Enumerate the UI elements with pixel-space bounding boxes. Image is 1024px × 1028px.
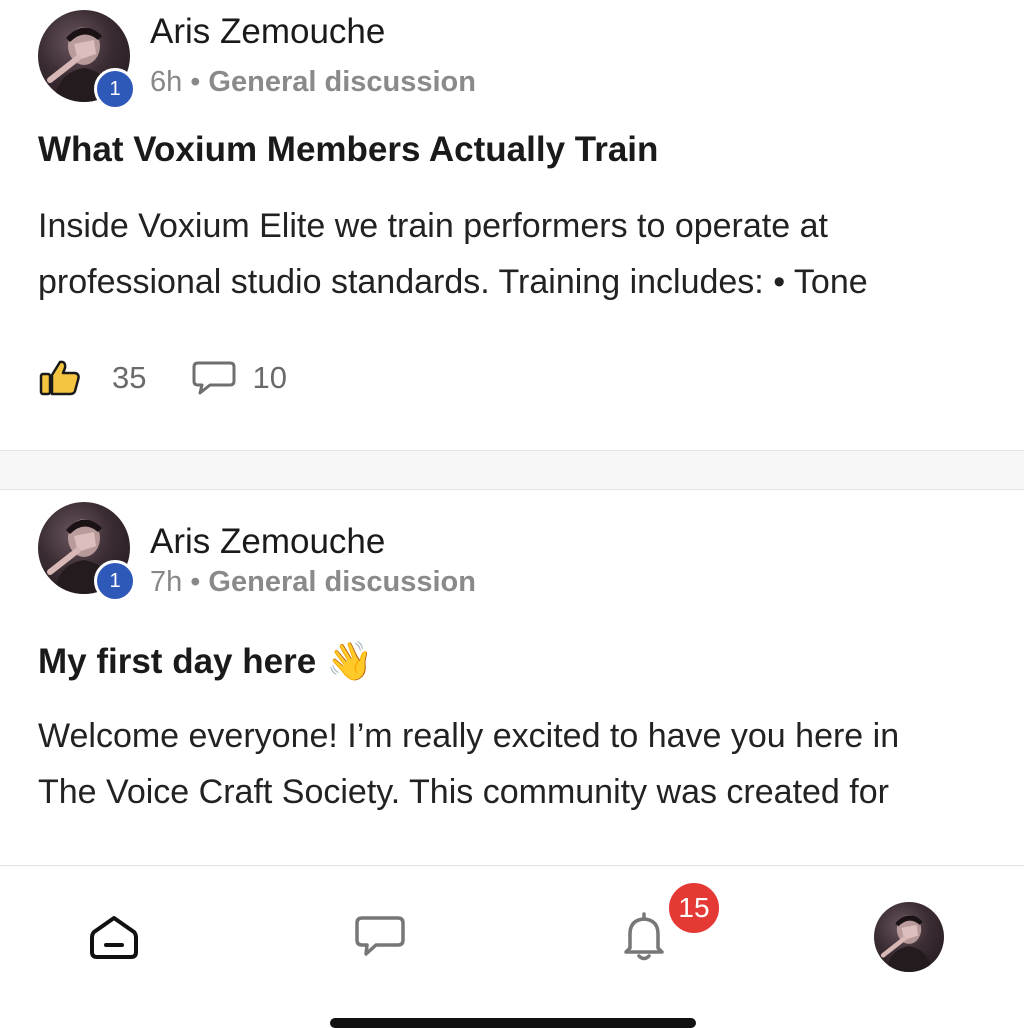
post-title[interactable]: My first day here 👋 bbox=[38, 640, 373, 684]
post-body[interactable]: Inside Voxium Elite we train performers … bbox=[38, 198, 988, 310]
comment-icon bbox=[192, 361, 236, 395]
post-category[interactable]: General discussion bbox=[208, 566, 476, 599]
post-card[interactable]: 1 Aris Zemouche 7h • General discussion … bbox=[0, 490, 1024, 865]
author-avatar-wrap[interactable]: 1 bbox=[38, 10, 136, 110]
post-body-line: The Voice Craft Society. This community … bbox=[38, 773, 889, 811]
author-name[interactable]: Aris Zemouche bbox=[150, 522, 385, 562]
notification-count-badge: 15 bbox=[666, 880, 722, 936]
level-badge: 1 bbox=[94, 560, 136, 602]
post-body-line: professional studio standards. Training … bbox=[38, 263, 868, 301]
post-title[interactable]: What Voxium Members Actually Train bbox=[38, 130, 658, 170]
nav-chat-button[interactable] bbox=[354, 914, 406, 965]
post-title-text: What Voxium Members Actually Train bbox=[38, 130, 659, 169]
post-body[interactable]: Welcome everyone! I’m really excited to … bbox=[38, 708, 988, 820]
post-category[interactable]: General discussion bbox=[208, 66, 476, 99]
post-time: 7h bbox=[150, 566, 183, 598]
waving-hand-icon: 👋 bbox=[326, 641, 374, 683]
like-count: 35 bbox=[112, 360, 147, 395]
profile-avatar-photo bbox=[880, 914, 932, 972]
home-indicator bbox=[330, 1018, 696, 1028]
nav-profile-avatar[interactable] bbox=[874, 902, 944, 972]
post-body-line: Welcome everyone! I’m really excited to … bbox=[38, 717, 900, 755]
nav-home-button[interactable] bbox=[88, 914, 140, 965]
comment-count: 10 bbox=[252, 360, 287, 395]
author-avatar-wrap[interactable]: 1 bbox=[38, 502, 136, 602]
post-meta: 7h • General discussion bbox=[150, 566, 476, 599]
comment-button[interactable]: 10 bbox=[192, 359, 287, 397]
post-time: 6h bbox=[150, 66, 183, 98]
bottom-navigation: 15 bbox=[0, 865, 1024, 1024]
home-icon bbox=[90, 916, 138, 959]
meta-separator: • bbox=[190, 66, 201, 98]
post-title-text: My first day here bbox=[38, 642, 317, 681]
meta-separator: • bbox=[190, 566, 201, 598]
nav-notifications-button[interactable] bbox=[620, 910, 668, 967]
bell-icon bbox=[624, 912, 664, 961]
thumbs-up-icon bbox=[39, 360, 80, 396]
post-body-line: Inside Voxium Elite we train performers … bbox=[38, 207, 828, 245]
like-button[interactable]: 35 bbox=[38, 358, 146, 398]
author-name[interactable]: Aris Zemouche bbox=[150, 12, 385, 52]
post-separator bbox=[0, 450, 1024, 490]
level-badge: 1 bbox=[94, 68, 136, 110]
post-card[interactable]: 1 Aris Zemouche 6h • General discussion … bbox=[0, 0, 1024, 450]
chat-icon bbox=[355, 916, 405, 956]
post-stats: 35 10 bbox=[38, 358, 333, 398]
post-meta: 6h • General discussion bbox=[150, 66, 476, 99]
